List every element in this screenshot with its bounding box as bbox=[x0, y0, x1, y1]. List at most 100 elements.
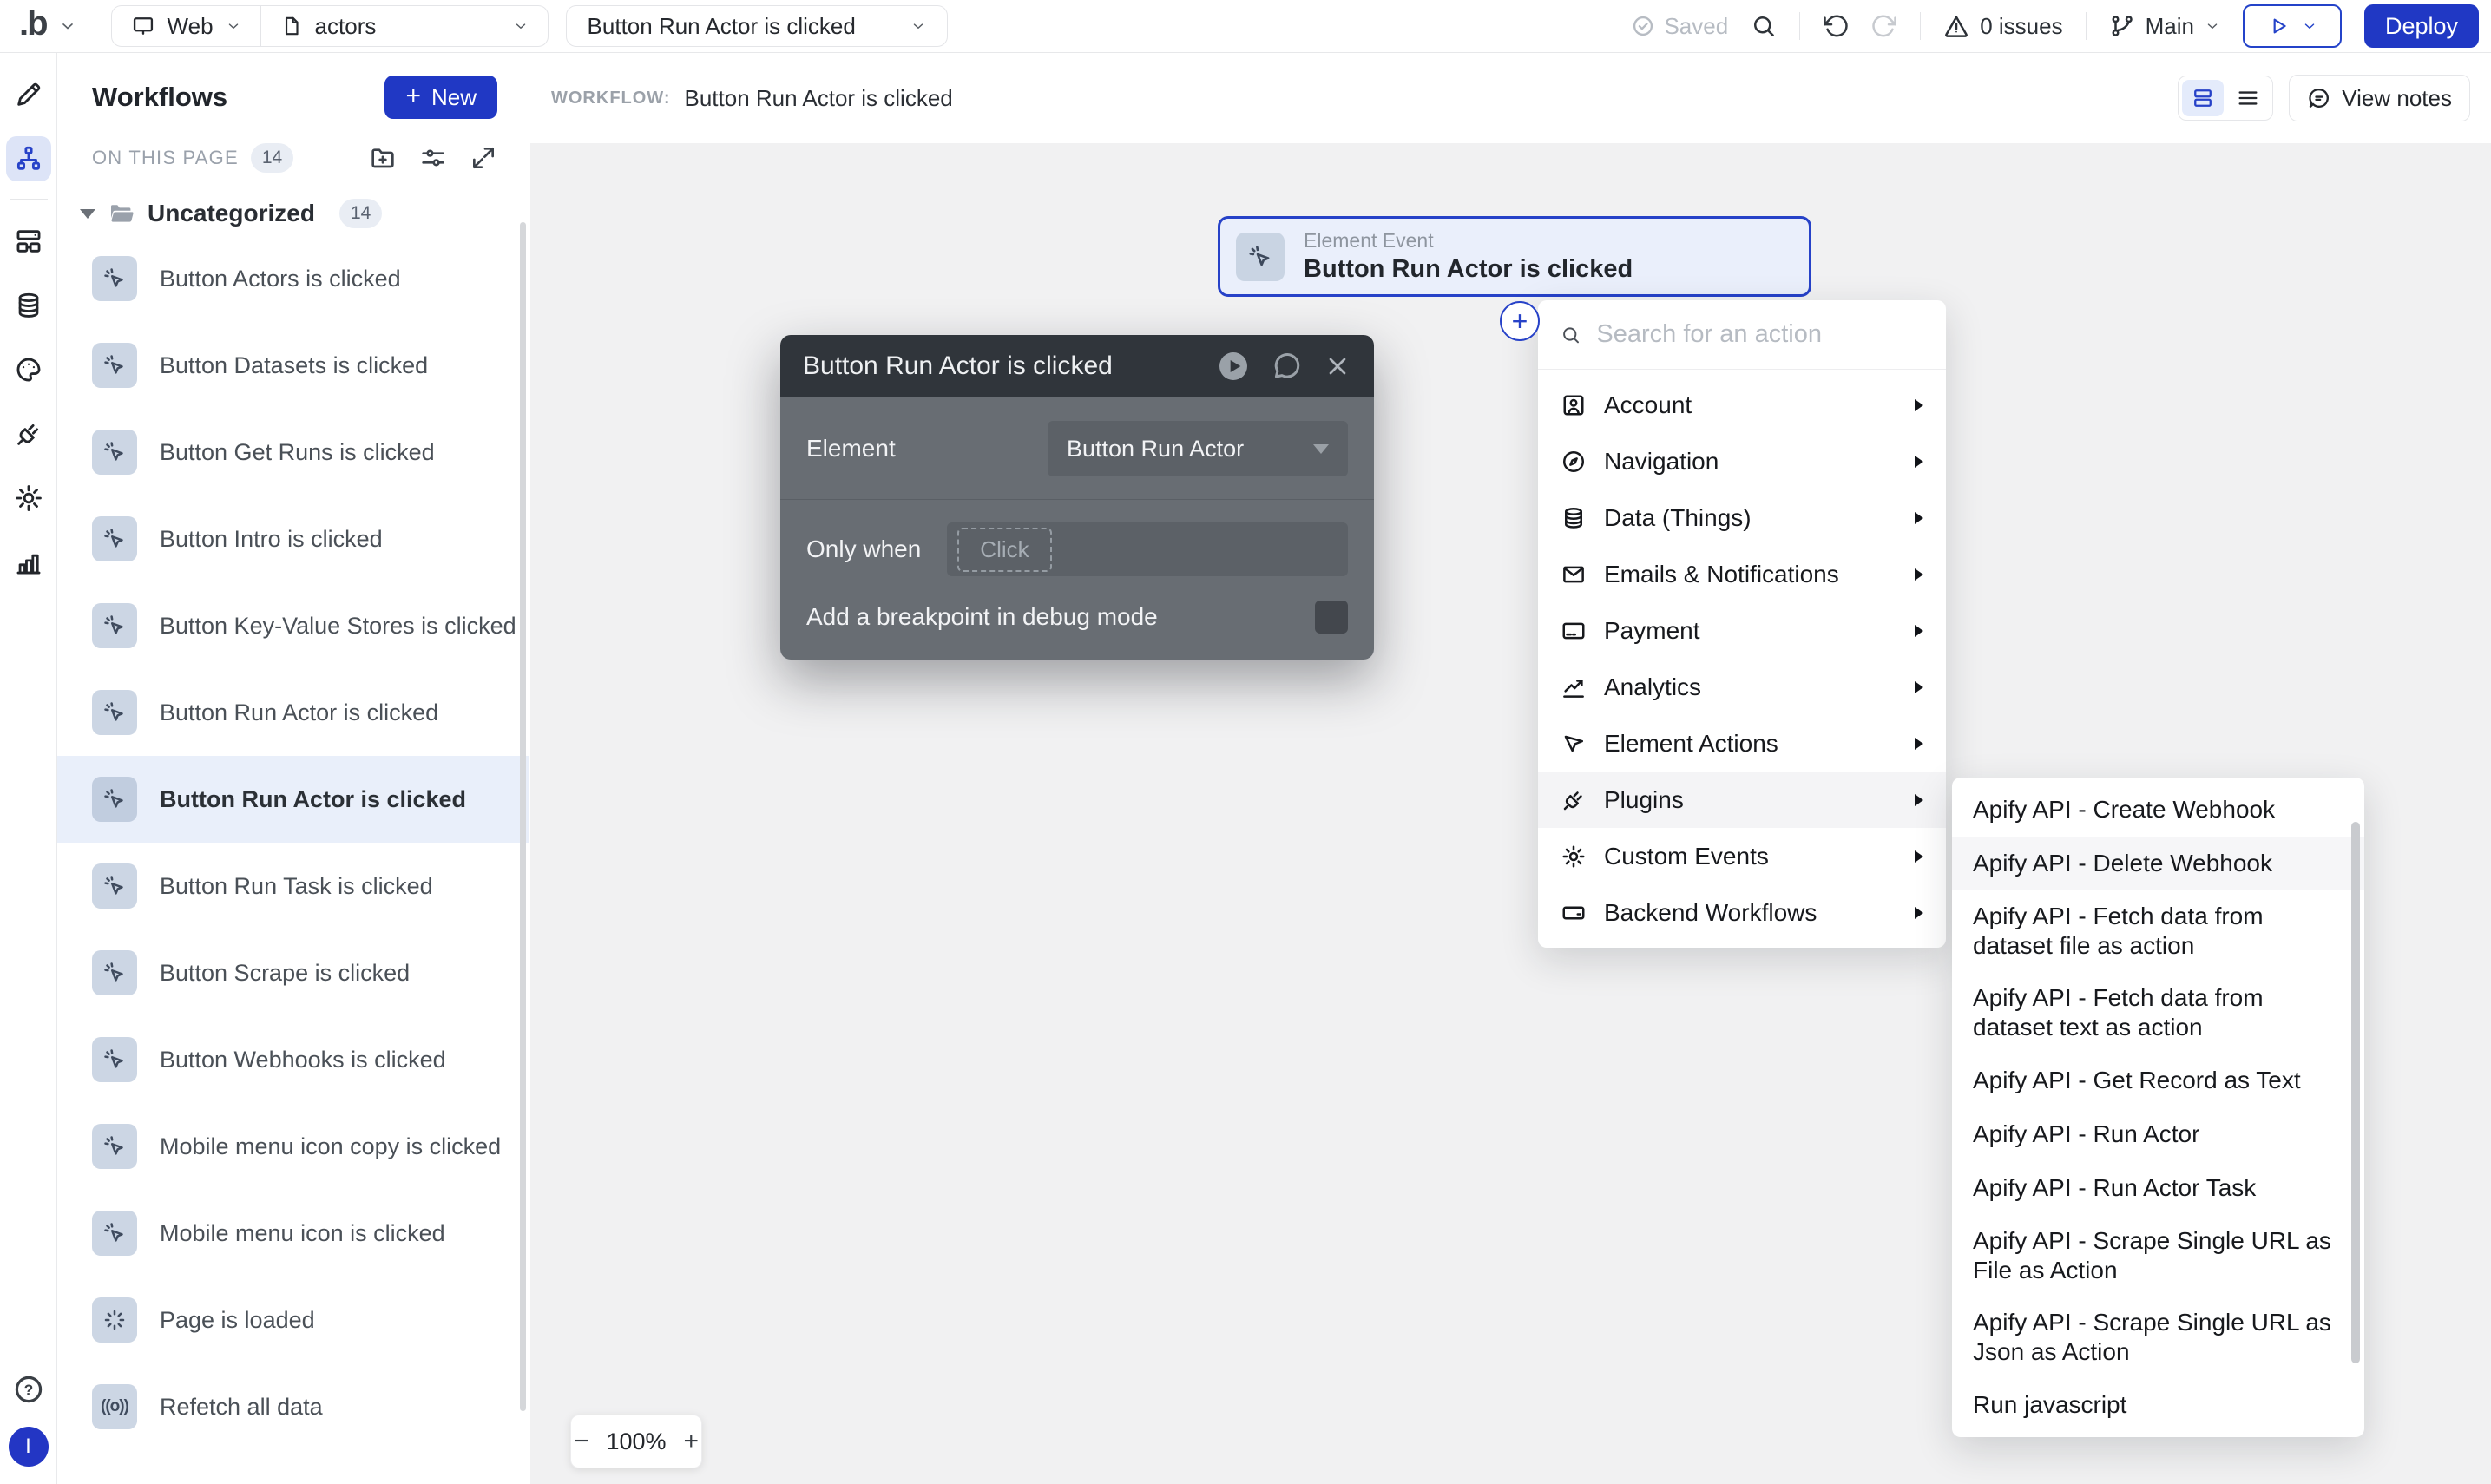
list-item[interactable]: ((o)) Refetch all data bbox=[57, 1363, 529, 1450]
add-folder-button[interactable] bbox=[369, 144, 397, 172]
list-item-selected[interactable]: Button Run Actor is clicked bbox=[57, 756, 529, 843]
preview-run-button[interactable] bbox=[2242, 4, 2342, 48]
deploy-label: Deploy bbox=[2384, 12, 2458, 39]
list-item[interactable]: Button Get Runs is clicked bbox=[57, 409, 529, 496]
folder-group-uncategorized[interactable]: Uncategorized 14 bbox=[57, 199, 529, 228]
chevron-down-icon bbox=[2304, 23, 2315, 29]
action-search-input[interactable] bbox=[1596, 320, 1923, 349]
page-label: actors bbox=[314, 12, 377, 39]
menu-item-emails[interactable]: Emails & Notifications bbox=[1538, 546, 1946, 602]
cursor-click-icon bbox=[92, 256, 137, 301]
only-when-placeholder-chip[interactable]: Click bbox=[957, 527, 1052, 572]
canvas-area[interactable]: Element Event Button Run Actor is clicke… bbox=[530, 143, 2491, 1484]
menu-item-backend-workflows[interactable]: Backend Workflows bbox=[1538, 884, 1946, 941]
cursor-click-icon bbox=[1236, 232, 1285, 281]
submenu-item[interactable]: Apify API - Scrape Single URL as File as… bbox=[1952, 1215, 2364, 1297]
submenu-item-highlighted[interactable]: Apify API - Delete Webhook bbox=[1952, 837, 2364, 890]
submenu-item[interactable]: Apify API - Run Actor Task bbox=[1952, 1161, 2364, 1215]
add-action-button[interactable]: + bbox=[1500, 301, 1540, 341]
card-view-toggle[interactable] bbox=[2182, 80, 2225, 116]
git-branch-icon bbox=[2112, 16, 2133, 36]
workflow-selector-dropdown[interactable]: Button Run Actor is clicked bbox=[565, 5, 948, 47]
list-item[interactable]: Button Scrape is clicked bbox=[57, 929, 529, 1016]
menu-item-plugins[interactable]: Plugins bbox=[1538, 772, 1946, 828]
menu-item-element-actions[interactable]: Element Actions bbox=[1538, 715, 1946, 772]
undo-button[interactable] bbox=[1823, 13, 1849, 39]
rail-item-data[interactable] bbox=[6, 283, 51, 328]
zoom-in-button[interactable]: + bbox=[684, 1428, 700, 1454]
help-button[interactable]: ? bbox=[12, 1373, 45, 1406]
rail-item-settings[interactable] bbox=[6, 476, 51, 521]
page-loaded-icon bbox=[92, 1297, 137, 1343]
filter-button[interactable] bbox=[419, 144, 447, 172]
search-icon[interactable] bbox=[1751, 13, 1777, 39]
avatar[interactable]: I bbox=[8, 1427, 49, 1467]
monitor-icon bbox=[133, 17, 153, 35]
bubble-logo: .b bbox=[19, 4, 49, 43]
issues-indicator[interactable]: 0 issues bbox=[1943, 13, 2063, 40]
submenu-item[interactable]: Apify API - Fetch data from dataset text… bbox=[1952, 972, 2364, 1054]
zoom-out-button[interactable]: − bbox=[574, 1428, 589, 1454]
card-icon bbox=[1561, 900, 1587, 926]
menu-item-navigation[interactable]: Navigation bbox=[1538, 433, 1946, 489]
list-view-toggle[interactable] bbox=[2227, 80, 2269, 116]
menu-item-custom-events[interactable]: Custom Events bbox=[1538, 828, 1946, 884]
submenu-item[interactable]: Apify API - Create Webhook bbox=[1952, 783, 2364, 837]
run-event-button[interactable] bbox=[1216, 349, 1251, 384]
panel-title: Workflows bbox=[92, 82, 228, 112]
submenu-scrollbar[interactable] bbox=[2351, 822, 2360, 1363]
submenu-arrow-icon bbox=[1915, 793, 1923, 806]
new-workflow-button[interactable]: + New bbox=[384, 76, 497, 119]
cursor-click-icon bbox=[92, 430, 137, 475]
list-item[interactable]: Page is loaded bbox=[57, 1277, 529, 1363]
list-item[interactable]: Button Run Task is clicked bbox=[57, 843, 529, 929]
platform-dropdown[interactable]: Web bbox=[112, 6, 260, 46]
view-notes-button[interactable]: View notes bbox=[2289, 75, 2470, 121]
list-item[interactable]: Mobile menu icon copy is clicked bbox=[57, 1103, 529, 1190]
branch-dropdown[interactable]: Main bbox=[2109, 13, 2220, 40]
menu-item-payment[interactable]: Payment bbox=[1538, 602, 1946, 659]
submenu-item[interactable]: Apify API - Get Record as Text bbox=[1952, 1054, 2364, 1107]
redo-button[interactable] bbox=[1871, 13, 1897, 39]
dialog-header[interactable]: Button Run Actor is clicked bbox=[780, 335, 1374, 397]
element-dropdown[interactable]: Button Run Actor bbox=[1048, 421, 1348, 476]
list-item[interactable]: Button Run Actor is clicked bbox=[57, 669, 529, 756]
section-count-badge: 14 bbox=[250, 143, 294, 173]
list-item[interactable]: Button Actors is clicked bbox=[57, 235, 529, 322]
menu-item-analytics[interactable]: Analytics bbox=[1538, 659, 1946, 715]
close-button[interactable] bbox=[1324, 352, 1351, 380]
list-item[interactable]: Button Webhooks is clicked bbox=[57, 1016, 529, 1103]
submenu-arrow-icon bbox=[1915, 850, 1923, 863]
rail-item-design[interactable] bbox=[6, 72, 51, 117]
expand-button[interactable] bbox=[470, 144, 497, 172]
rail-item-styles[interactable] bbox=[6, 347, 51, 392]
list-item[interactable]: Mobile menu icon is clicked bbox=[57, 1190, 529, 1277]
workflow-label: WORKFLOW: bbox=[551, 88, 671, 108]
submenu-item[interactable]: Apify API - Fetch data from dataset file… bbox=[1952, 890, 2364, 972]
event-node[interactable]: Element Event Button Run Actor is clicke… bbox=[1218, 216, 1811, 297]
list-item[interactable]: Button Intro is clicked bbox=[57, 496, 529, 582]
palette-icon bbox=[16, 358, 40, 382]
rail-item-plugins[interactable] bbox=[6, 411, 51, 456]
list-item[interactable]: Button Key-Value Stores is clicked bbox=[57, 582, 529, 669]
page-dropdown[interactable]: actors bbox=[261, 6, 548, 46]
submenu-item[interactable]: Apify API - Scrape Single URL as Json as… bbox=[1952, 1297, 2364, 1378]
chevron-down-icon bbox=[62, 23, 73, 30]
submenu-item[interactable]: Apify API - Run Actor bbox=[1952, 1107, 2364, 1161]
chevron-down-icon bbox=[228, 23, 238, 29]
rail-item-components[interactable] bbox=[6, 219, 51, 264]
breakpoint-checkbox[interactable] bbox=[1315, 601, 1348, 634]
plug-icon bbox=[1561, 787, 1587, 813]
list-item[interactable]: Button Datasets is clicked bbox=[57, 322, 529, 409]
app-logo[interactable]: .b bbox=[19, 6, 76, 46]
panel-scrollbar[interactable] bbox=[520, 222, 526, 1411]
rail-item-logs[interactable] bbox=[6, 540, 51, 585]
submenu-item[interactable]: Run javascript bbox=[1952, 1378, 2364, 1432]
menu-item-data-things[interactable]: Data (Things) bbox=[1538, 489, 1946, 546]
deploy-button[interactable]: Deploy bbox=[2363, 4, 2479, 48]
menu-item-account[interactable]: Account bbox=[1538, 377, 1946, 433]
comment-button[interactable] bbox=[1272, 351, 1303, 382]
only-when-input[interactable]: Click bbox=[947, 522, 1348, 576]
workflow-list: Button Actors is clicked Button Datasets… bbox=[57, 235, 529, 1450]
rail-item-workflows[interactable] bbox=[5, 136, 51, 181]
